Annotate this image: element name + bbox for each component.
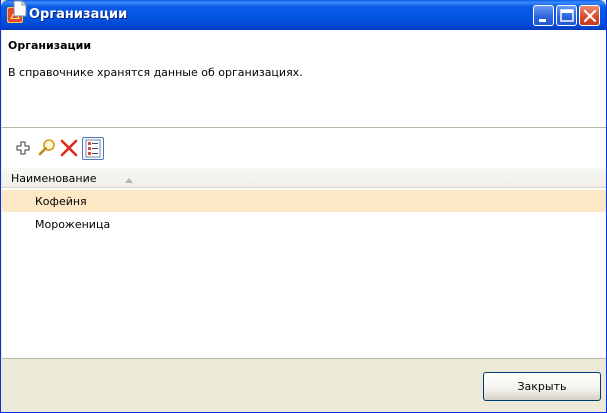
row-name: Кофейня: [35, 195, 87, 208]
columns-icon: [85, 139, 101, 158]
table-row[interactable]: [2, 190, 606, 212]
delete-button[interactable]: [59, 138, 79, 158]
header-panel: [2, 30, 606, 128]
row-name: Мороженица: [35, 218, 111, 231]
dialog-window: Организации Организации В справочнике хр…: [0, 0, 607, 413]
maximize-button[interactable]: [556, 5, 577, 26]
close-icon: [583, 9, 597, 23]
minimize-icon: [539, 19, 546, 22]
close-window-button[interactable]: [579, 5, 600, 26]
title-bar[interactable]: Организации: [1, 0, 606, 30]
search-icon: [38, 139, 55, 156]
sort-ascending-icon: [124, 174, 134, 187]
page-title: Организации: [8, 39, 92, 52]
columns-button[interactable]: [82, 137, 104, 160]
add-button[interactable]: [13, 138, 33, 158]
delete-icon: [60, 139, 78, 157]
add-icon: [16, 141, 30, 155]
minimize-button[interactable]: [533, 5, 554, 26]
close-button[interactable]: Закрыть: [483, 372, 601, 401]
document-icon: [13, 0, 27, 17]
search-button[interactable]: [37, 138, 57, 158]
column-header-label: Наименование: [11, 172, 97, 185]
maximize-icon: [560, 9, 574, 22]
page-description: В справочнике хранятся данные об организ…: [8, 66, 303, 79]
window-title: Организации: [29, 7, 128, 22]
